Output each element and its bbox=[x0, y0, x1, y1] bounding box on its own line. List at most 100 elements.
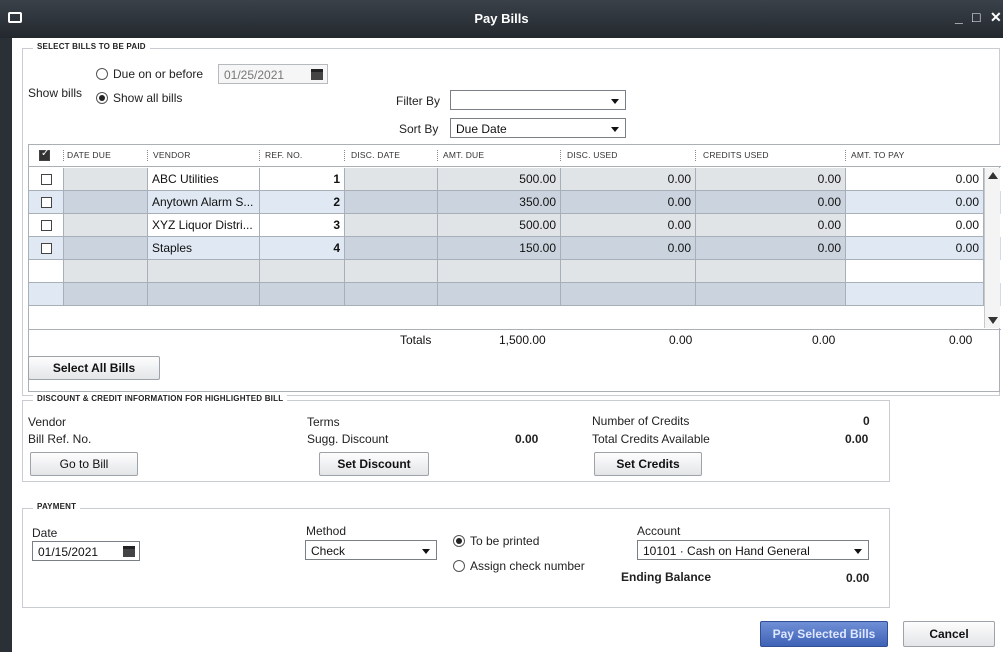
pay-bills-dialog: SELECT BILLS TO BE PAID Show bills Due o… bbox=[12, 38, 1003, 652]
select-bills-section-label: SELECT BILLS TO BE PAID bbox=[33, 42, 150, 51]
bill-ref-no-label: Bill Ref. No. bbox=[28, 432, 92, 446]
table-row[interactable]: ABC Utilities 1 500.00 0.00 0.00 0.00 bbox=[29, 168, 1001, 191]
bills-table: DATE DUE VENDOR REF. NO. DISC. DATE AMT.… bbox=[28, 144, 1001, 392]
cell-disc-used: 0.00 bbox=[561, 191, 696, 214]
table-row-empty bbox=[29, 283, 1001, 306]
row-checkbox[interactable] bbox=[41, 174, 52, 185]
sugg-discount-label: Sugg. Discount bbox=[307, 432, 389, 446]
row-checkbox[interactable] bbox=[41, 220, 52, 231]
cancel-button[interactable]: Cancel bbox=[903, 621, 995, 647]
sort-by-dropdown[interactable]: Due Date bbox=[450, 118, 626, 138]
chevron-down-icon[interactable] bbox=[611, 99, 619, 104]
column-header-credits-used[interactable]: CREDITS USED bbox=[703, 150, 769, 160]
cell-disc-used: 0.00 bbox=[561, 168, 696, 191]
row-checkbox[interactable] bbox=[41, 197, 52, 208]
cell-amt-to-pay[interactable]: 0.00 bbox=[846, 237, 984, 260]
column-header-amt-to-pay[interactable]: AMT. TO PAY bbox=[851, 150, 905, 160]
window-title: Pay Bills bbox=[474, 11, 529, 26]
column-header-disc-date[interactable]: DISC. DATE bbox=[351, 150, 400, 160]
payment-date-label: Date bbox=[32, 526, 58, 540]
cell-ref-no: 4 bbox=[260, 237, 345, 260]
cell-amt-to-pay[interactable]: 0.00 bbox=[846, 168, 984, 191]
account-dropdown[interactable]: 10101 · Cash on Hand General bbox=[637, 540, 869, 560]
filter-by-label: Filter By bbox=[396, 94, 441, 108]
cell-date-due bbox=[64, 168, 148, 191]
cell-ref-no: 1 bbox=[260, 168, 345, 191]
due-on-or-before-label: Due on or before bbox=[113, 67, 204, 81]
assign-check-number-radio[interactable] bbox=[453, 560, 465, 572]
title-bar: Pay Bills _ □ ✕ bbox=[0, 0, 1003, 38]
calendar-icon[interactable] bbox=[123, 546, 135, 557]
assign-check-number-label: Assign check number bbox=[470, 559, 585, 573]
cell-amt-due: 500.00 bbox=[438, 214, 561, 237]
filter-by-dropdown[interactable] bbox=[450, 90, 626, 110]
cell-amt-due: 500.00 bbox=[438, 168, 561, 191]
show-all-bills-label: Show all bills bbox=[113, 91, 183, 105]
select-all-checkbox[interactable] bbox=[39, 148, 50, 161]
cell-ref-no: 2 bbox=[260, 191, 345, 214]
column-header-amt-due[interactable]: AMT. DUE bbox=[443, 150, 484, 160]
scroll-up-icon[interactable] bbox=[988, 172, 998, 179]
table-row[interactable]: Staples 4 150.00 0.00 0.00 0.00 bbox=[29, 237, 1001, 260]
cell-vendor: Staples bbox=[148, 237, 260, 260]
go-to-bill-button[interactable]: Go to Bill bbox=[30, 452, 138, 476]
table-scrollbar[interactable] bbox=[984, 168, 1000, 328]
chevron-down-icon[interactable] bbox=[854, 549, 862, 554]
table-header: DATE DUE VENDOR REF. NO. DISC. DATE AMT.… bbox=[29, 145, 1001, 167]
cell-ref-no: 3 bbox=[260, 214, 345, 237]
due-on-or-before-radio[interactable] bbox=[96, 68, 108, 80]
totals-row: Totals 1,500.00 0.00 0.00 0.00 bbox=[29, 329, 1001, 349]
cell-credits-used: 0.00 bbox=[696, 168, 846, 191]
set-credits-button[interactable]: Set Credits bbox=[594, 452, 702, 476]
ending-balance-value: 0.00 bbox=[846, 571, 870, 585]
scroll-down-icon[interactable] bbox=[988, 317, 998, 324]
chevron-down-icon[interactable] bbox=[611, 127, 619, 132]
table-row[interactable]: XYZ Liquor Distri... 3 500.00 0.00 0.00 … bbox=[29, 214, 1001, 237]
maximize-icon[interactable]: □ bbox=[972, 9, 980, 25]
cell-date-due bbox=[64, 191, 148, 214]
discount-credit-group: DISCOUNT & CREDIT INFORMATION FOR HIGHLI… bbox=[22, 394, 890, 482]
minimize-icon[interactable]: _ bbox=[955, 9, 963, 25]
terms-label: Terms bbox=[307, 415, 340, 429]
method-dropdown[interactable]: Check bbox=[305, 540, 437, 560]
close-icon[interactable]: ✕ bbox=[990, 9, 1002, 26]
cell-disc-date bbox=[345, 237, 438, 260]
set-discount-button[interactable]: Set Discount bbox=[319, 452, 429, 476]
account-value: 10101 · Cash on Hand General bbox=[643, 544, 810, 558]
window-border bbox=[0, 38, 12, 652]
total-credits-available-label: Total Credits Available bbox=[592, 432, 710, 446]
cell-vendor: XYZ Liquor Distri... bbox=[148, 214, 260, 237]
sugg-discount-value: 0.00 bbox=[515, 432, 539, 446]
cell-amt-to-pay[interactable]: 0.00 bbox=[846, 214, 984, 237]
chevron-down-icon[interactable] bbox=[422, 549, 430, 554]
cell-disc-date bbox=[345, 168, 438, 191]
pay-selected-bills-button[interactable]: Pay Selected Bills bbox=[760, 621, 888, 647]
cell-credits-used: 0.00 bbox=[696, 237, 846, 260]
column-header-ref-no[interactable]: REF. NO. bbox=[265, 150, 303, 160]
method-label: Method bbox=[306, 524, 347, 538]
total-credits-available-value: 0.00 bbox=[845, 432, 869, 446]
payment-section-label: PAYMENT bbox=[33, 502, 81, 511]
discount-credit-section-label: DISCOUNT & CREDIT INFORMATION FOR HIGHLI… bbox=[33, 394, 288, 403]
table-row-empty bbox=[29, 260, 1001, 283]
cell-disc-date bbox=[345, 214, 438, 237]
cell-amt-to-pay[interactable]: 0.00 bbox=[846, 191, 984, 214]
payment-date-value: 01/15/2021 bbox=[38, 545, 99, 559]
calendar-icon[interactable] bbox=[311, 69, 323, 80]
ending-balance-label: Ending Balance bbox=[621, 570, 712, 584]
method-value: Check bbox=[311, 544, 346, 558]
to-be-printed-radio[interactable] bbox=[453, 535, 465, 547]
select-all-bills-button[interactable]: Select All Bills bbox=[28, 356, 160, 380]
total-credits-used: 0.00 bbox=[812, 333, 836, 347]
sort-by-value: Due Date bbox=[456, 122, 507, 136]
row-checkbox[interactable] bbox=[41, 243, 52, 254]
show-all-bills-radio[interactable] bbox=[96, 92, 108, 104]
table-row[interactable]: Anytown Alarm S... 2 350.00 0.00 0.00 0.… bbox=[29, 191, 1001, 214]
total-amt-due: 1,500.00 bbox=[499, 333, 546, 347]
cell-date-due bbox=[64, 237, 148, 260]
cell-vendor: Anytown Alarm S... bbox=[148, 191, 260, 214]
column-header-vendor[interactable]: VENDOR bbox=[153, 150, 191, 160]
column-header-disc-used[interactable]: DISC. USED bbox=[567, 150, 618, 160]
cell-disc-date bbox=[345, 191, 438, 214]
column-header-date-due[interactable]: DATE DUE bbox=[67, 150, 111, 160]
